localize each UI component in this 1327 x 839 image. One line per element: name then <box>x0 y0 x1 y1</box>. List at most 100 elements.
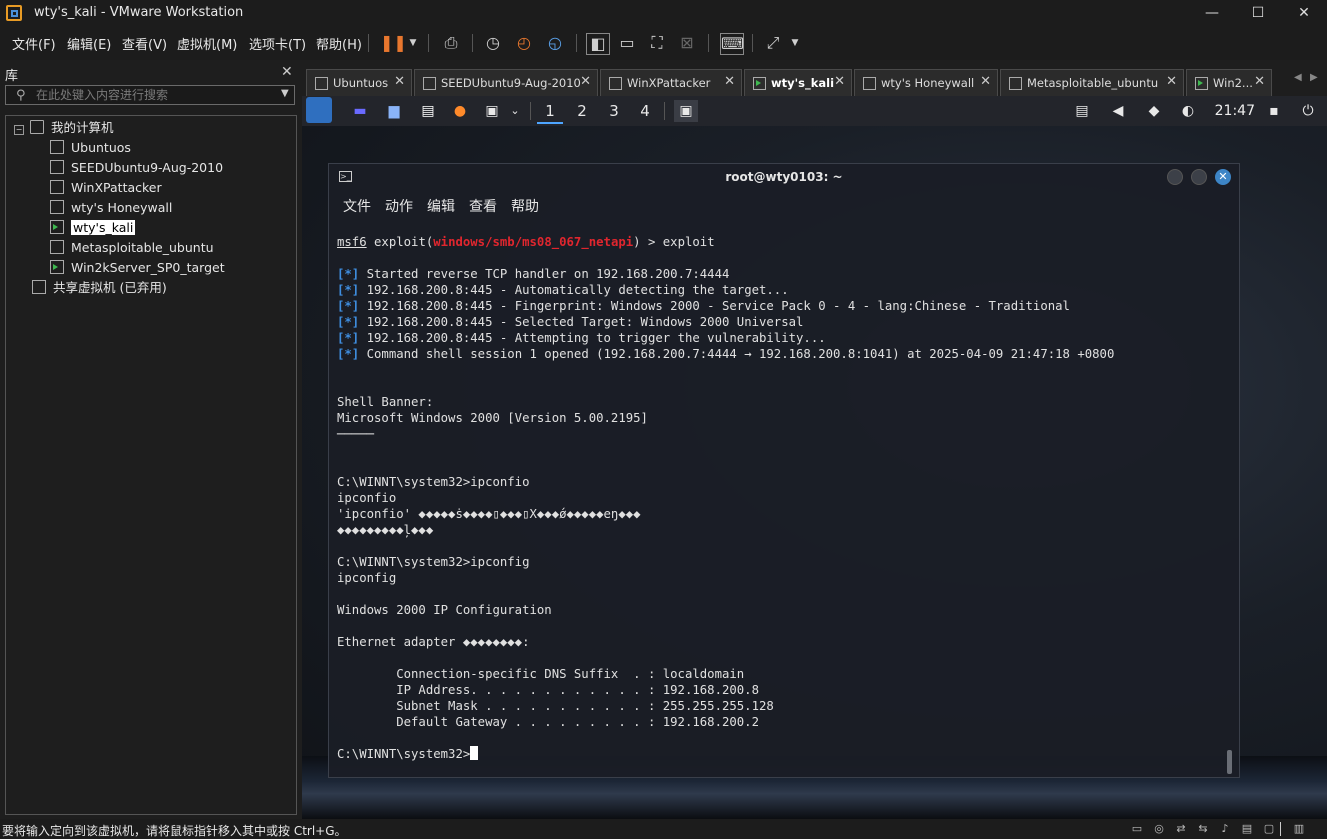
network-adapter-icon[interactable]: ⇄ <box>1174 822 1188 835</box>
kali-menu-icon[interactable] <box>306 97 332 123</box>
network-icon[interactable]: ▤ <box>1072 100 1092 122</box>
cdrom-icon[interactable]: ◎ <box>1152 822 1166 835</box>
menu-view[interactable]: 查看(V) <box>122 34 167 53</box>
volume-icon[interactable]: ◀ <box>1108 100 1128 122</box>
hdd-icon[interactable]: ▭ <box>1130 822 1144 835</box>
tab-close-icon[interactable]: ✕ <box>980 74 991 89</box>
tab-wtys-honeywall[interactable]: wty's Honeywall ✕ <box>854 69 998 96</box>
library-search-box[interactable]: ⚲ ▼ <box>5 85 295 105</box>
workspace-3[interactable]: 3 <box>601 100 627 122</box>
send-keys-icon[interactable]: ⎙ <box>440 33 462 53</box>
library-title: 库 <box>5 69 19 84</box>
terminal-window-button[interactable]: ▣ <box>674 100 698 122</box>
terminal-output[interactable]: msf6 exploit(windows/smb/ms08_067_netapi… <box>337 234 1217 762</box>
revert-snapshot-icon[interactable]: ◴ <box>513 33 535 53</box>
snapshot-manager-icon[interactable]: ◵ <box>544 33 566 53</box>
tab-close-icon[interactable]: ✕ <box>834 74 845 89</box>
firefox-icon[interactable]: ● <box>448 100 472 122</box>
toolbar-separator <box>368 34 369 52</box>
tab-close-icon[interactable]: ✕ <box>394 74 405 89</box>
terminal-title: root@wty0103: ~ <box>725 170 843 184</box>
terminal-menu-edit[interactable]: 编辑 <box>427 199 455 215</box>
terminal-titlebar[interactable]: >_ root@wty0103: ~ ✕ <box>329 164 1239 190</box>
chevron-down-icon[interactable]: ⌄ <box>506 100 524 122</box>
text-editor-icon[interactable]: ▤ <box>416 100 440 122</box>
workspace-1[interactable]: 1 <box>537 100 563 124</box>
tab-seedubuntu[interactable]: SEEDUbuntu9-Aug-2010 ✕ <box>414 69 598 96</box>
terminal-menu-view[interactable]: 查看 <box>469 199 497 215</box>
tab-metasploitable[interactable]: Metasploitable_ubuntu ✕ <box>1000 69 1184 96</box>
workspace-2[interactable]: 2 <box>569 100 595 122</box>
unity-icon[interactable]: ⊠ <box>676 33 698 53</box>
library-close-button[interactable]: ✕ <box>281 64 293 80</box>
maximize-button[interactable]: ☐ <box>1235 0 1281 26</box>
desktop-icon[interactable]: ▬ <box>348 100 372 122</box>
terminal-launcher-icon[interactable]: ▣ <box>480 100 504 122</box>
tab-scroll-right-icon[interactable]: ▶ <box>1310 72 1318 83</box>
info-marker: [*] <box>337 315 360 329</box>
close-button[interactable]: ✕ <box>1281 0 1327 26</box>
kali-taskbar: ▬ ▆ ▤ ● ▣ ⌄ 1 2 3 4 ▣ ▤ ◀ ◆ ◐ 21:47 ▪ ⏻ <box>302 96 1327 126</box>
tab-win2k[interactable]: Win2... ✕ <box>1186 69 1272 96</box>
tree-vm-item-selected[interactable]: wty's_kali <box>50 218 136 238</box>
fullscreen-icon[interactable]: ⛶ <box>646 33 668 53</box>
pause-icon[interactable]: ❚❚ <box>380 33 407 53</box>
tree-vm-item[interactable]: wty's Honeywall <box>50 198 172 218</box>
tab-close-icon[interactable]: ✕ <box>724 74 735 89</box>
menu-edit[interactable]: 编辑(E) <box>67 34 111 53</box>
thumbnail-view-icon[interactable]: ▭ <box>616 33 638 53</box>
terminal-menu-help[interactable]: 帮助 <box>511 199 539 215</box>
terminal-scrollbar[interactable] <box>1227 750 1232 774</box>
terminal-menu-file[interactable]: 文件 <box>343 199 371 215</box>
console-view-icon[interactable]: ⌨ <box>720 33 744 55</box>
tab-wtys-kali[interactable]: wty's_kali ✕ <box>744 69 852 96</box>
chevron-down-icon[interactable]: ▼ <box>402 33 424 53</box>
menu-vm[interactable]: 虚拟机(M) <box>177 34 237 53</box>
printer-icon[interactable]: ▤ <box>1240 822 1254 835</box>
stretch-icon[interactable]: ⤢ <box>762 33 784 53</box>
terminal-maximize-button[interactable] <box>1191 169 1207 185</box>
terminal-minimize-button[interactable] <box>1167 169 1183 185</box>
library-view-icon[interactable]: ◧ <box>586 33 610 55</box>
search-input[interactable] <box>36 87 266 103</box>
tree-root-my-computer[interactable]: − 我的计算机 <box>14 118 114 138</box>
info-marker: [*] <box>337 283 360 297</box>
workspace-4[interactable]: 4 <box>632 100 658 122</box>
kali-clock[interactable]: 21:47 <box>1215 100 1255 122</box>
tree-vm-item[interactable]: SEEDUbuntu9-Aug-2010 <box>50 158 223 178</box>
tab-close-icon[interactable]: ✕ <box>1254 74 1265 89</box>
tree-vm-item[interactable]: WinXPattacker <box>50 178 162 198</box>
minimize-button[interactable]: — <box>1189 0 1235 26</box>
menu-file[interactable]: 文件(F) <box>12 34 56 53</box>
tree-vm-item[interactable]: Ubuntuos <box>50 138 131 158</box>
logout-icon[interactable]: ⏻ <box>1298 100 1318 122</box>
display-icon[interactable]: ▢ <box>1262 822 1276 835</box>
collapse-icon[interactable]: − <box>14 125 24 135</box>
menu-tabs[interactable]: 选项卡(T) <box>249 34 306 53</box>
lock-icon[interactable]: ▪ <box>1264 100 1284 122</box>
menu-help[interactable]: 帮助(H) <box>316 34 362 53</box>
tab-ubuntuos[interactable]: Ubuntuos ✕ <box>306 69 412 96</box>
tab-scroll-left-icon[interactable]: ◀ <box>1294 72 1302 83</box>
vm-running-icon <box>1195 77 1208 90</box>
tab-close-icon[interactable]: ✕ <box>580 74 591 89</box>
chevron-down-icon[interactable]: ▼ <box>281 88 289 99</box>
vm-display[interactable]: ▬ ▆ ▤ ● ▣ ⌄ 1 2 3 4 ▣ ▤ ◀ ◆ ◐ 21:47 ▪ ⏻ … <box>302 96 1327 819</box>
terminal-close-button[interactable]: ✕ <box>1215 169 1231 185</box>
sound-card-icon[interactable]: ♪ <box>1218 822 1232 835</box>
usb-icon[interactable]: ⇆ <box>1196 822 1210 835</box>
terminal-menu-actions[interactable]: 动作 <box>385 199 413 215</box>
file-manager-icon[interactable]: ▆ <box>382 100 406 122</box>
tab-close-icon[interactable]: ✕ <box>1166 74 1177 89</box>
tree-shared-vms[interactable]: 共享虚拟机 (已弃用) <box>32 278 167 298</box>
tree-vm-item[interactable]: Metasploitable_ubuntu <box>50 238 214 258</box>
notification-bell-icon[interactable]: ◆ <box>1144 100 1164 122</box>
chevron-down-icon[interactable]: ▼ <box>784 33 806 53</box>
tree-vm-label: Metasploitable_ubuntu <box>71 240 214 255</box>
snapshot-icon[interactable]: ◷ <box>482 33 504 53</box>
terminal-window[interactable]: >_ root@wty0103: ~ ✕ 文件 动作 编辑 查看 帮助 msf6 exp… <box>328 163 1240 778</box>
power-status-icon[interactable]: ◐ <box>1178 100 1198 122</box>
tab-winxpattacker[interactable]: WinXPattacker ✕ <box>600 69 742 96</box>
message-log-icon[interactable]: ▥ <box>1292 822 1306 835</box>
tree-vm-item[interactable]: Win2kServer_SP0_target <box>50 258 225 278</box>
